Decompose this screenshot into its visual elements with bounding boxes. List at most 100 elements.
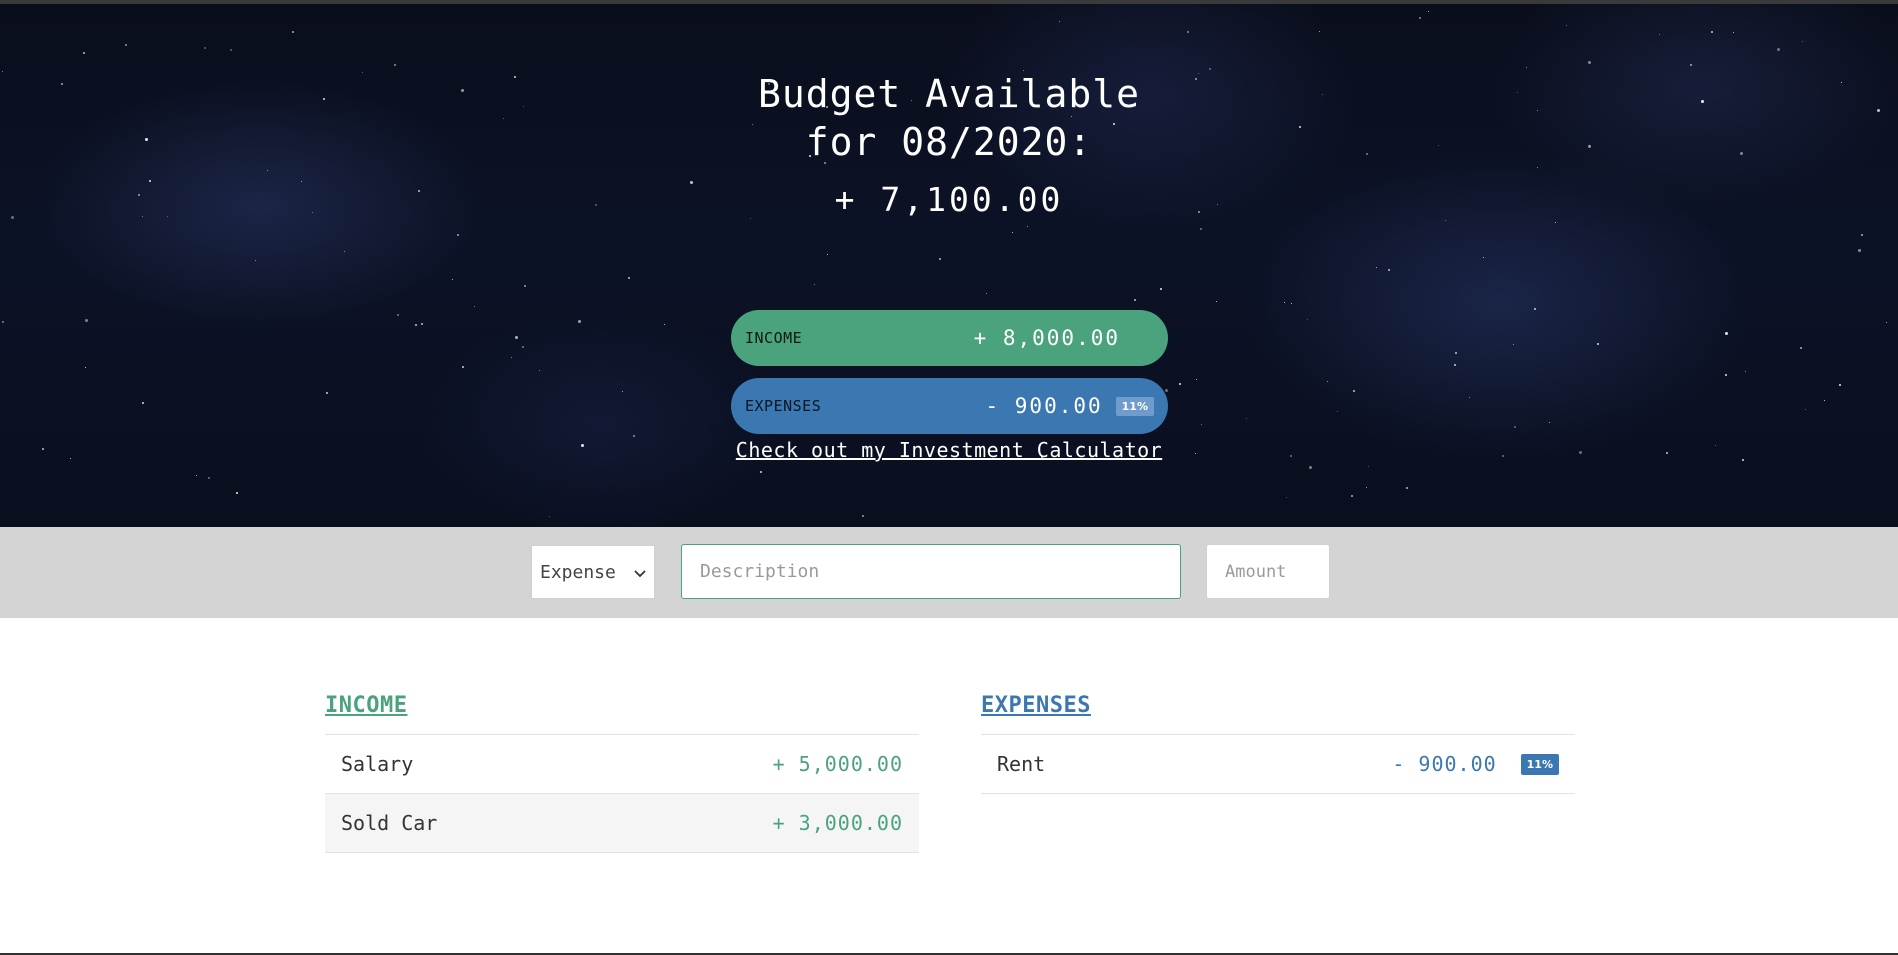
star-dot xyxy=(1597,343,1599,345)
star-dot xyxy=(421,323,423,325)
income-item-description: Salary xyxy=(341,752,414,776)
income-list: INCOME Salary + 5,000.00 Sold Car + 3,00… xyxy=(325,693,919,853)
income-item-value: + 3,000.00 xyxy=(772,811,903,835)
star-dot xyxy=(664,324,665,325)
star-dot xyxy=(1428,11,1429,12)
star-dot xyxy=(939,258,941,260)
star-dot xyxy=(1824,400,1825,401)
star-dot xyxy=(1454,364,1456,366)
budget-title-line2: for 08/2020: xyxy=(805,120,1093,164)
star-dot xyxy=(633,435,635,437)
expenses-summary-label: EXPENSES xyxy=(745,397,822,415)
star-dot xyxy=(1366,487,1367,488)
star-dot xyxy=(344,251,345,252)
star-dot xyxy=(1800,347,1802,349)
star-dot xyxy=(515,336,518,339)
star-dot xyxy=(1187,31,1189,33)
star-dot xyxy=(1165,389,1168,392)
star-dot xyxy=(1376,267,1377,268)
star-dot xyxy=(1455,352,1457,354)
income-item-description: Sold Car xyxy=(341,811,438,835)
income-summary: INCOME + 8,000.00 xyxy=(731,310,1168,366)
income-item[interactable]: Sold Car + 3,000.00 xyxy=(325,794,919,853)
income-summary-label: INCOME xyxy=(745,329,803,347)
star-dot xyxy=(1555,222,1556,223)
star-dot xyxy=(1388,269,1390,271)
star-dot xyxy=(255,260,256,261)
star-dot xyxy=(1725,374,1727,376)
star-dot xyxy=(2,321,4,323)
star-dot xyxy=(549,516,550,517)
star-dot xyxy=(236,492,238,494)
expenses-list: EXPENSES Rent - 900.00 11% xyxy=(981,693,1575,794)
income-summary-value: + 8,000.00 xyxy=(973,326,1120,350)
type-select-value: Expense xyxy=(540,561,616,583)
star-dot xyxy=(83,52,85,54)
star-dot xyxy=(1201,424,1202,425)
star-dot xyxy=(1526,67,1527,68)
star-dot xyxy=(1419,17,1421,19)
star-dot xyxy=(1351,495,1353,497)
star-dot xyxy=(1027,226,1028,227)
star-dot xyxy=(1513,344,1514,345)
budget-available-value: + 7,100.00 xyxy=(834,180,1064,219)
amount-input[interactable] xyxy=(1206,544,1330,599)
star-dot xyxy=(204,47,206,49)
budget-hero: Budget Available for 08/2020: + 7,100.00… xyxy=(0,4,1898,527)
star-dot xyxy=(1886,322,1887,323)
star-dot xyxy=(230,49,232,51)
star-dot xyxy=(1725,332,1728,335)
star-dot xyxy=(208,477,210,479)
star-dot xyxy=(1711,31,1713,33)
star-dot xyxy=(539,370,540,371)
star-dot xyxy=(1246,418,1247,419)
star-dot xyxy=(1406,487,1408,489)
star-dot xyxy=(1805,409,1806,410)
star-dot xyxy=(522,346,524,348)
budget-title-line1: Budget Available xyxy=(757,72,1141,116)
star-dot xyxy=(1012,232,1013,233)
star-dot xyxy=(814,284,815,285)
star-dot xyxy=(415,324,417,326)
star-dot xyxy=(1469,397,1470,398)
income-item[interactable]: Salary + 5,000.00 xyxy=(325,735,919,794)
star-dot xyxy=(1337,411,1338,412)
star-dot xyxy=(578,320,581,323)
star-dot xyxy=(1549,422,1550,423)
star-dot xyxy=(1319,31,1320,32)
star-dot xyxy=(1745,371,1746,372)
star-dot xyxy=(1327,381,1328,382)
star-dot xyxy=(457,234,459,236)
star-dot xyxy=(1284,302,1285,303)
star-dot xyxy=(267,170,268,171)
star-dot xyxy=(1134,299,1136,301)
add-item-bar: Expense xyxy=(0,527,1898,618)
chevron-down-icon xyxy=(634,562,646,583)
star-dot xyxy=(1483,257,1484,258)
type-select[interactable]: Expense xyxy=(531,545,655,599)
expense-item-value: - 900.00 xyxy=(1392,752,1497,776)
budget-title: Budget Available for 08/2020: xyxy=(0,70,1898,166)
star-dot xyxy=(1368,466,1369,467)
star-dot xyxy=(1200,228,1202,230)
income-list-title: INCOME xyxy=(325,693,408,718)
star-dot xyxy=(1514,426,1516,428)
star-dot xyxy=(394,64,396,66)
star-dot xyxy=(760,471,762,473)
star-dot xyxy=(125,44,127,46)
star-dot xyxy=(292,31,294,33)
star-dot xyxy=(1566,25,1567,26)
star-dot xyxy=(524,285,526,287)
investment-calculator-link[interactable]: Check out my Investment Calculator xyxy=(0,438,1898,462)
star-dot xyxy=(1861,234,1863,236)
description-input[interactable] xyxy=(681,544,1181,599)
star-dot xyxy=(1534,308,1536,310)
star-dot xyxy=(1777,48,1780,51)
expense-item[interactable]: Rent - 900.00 11% xyxy=(981,735,1575,794)
star-dot xyxy=(1196,379,1197,380)
star-dot xyxy=(1445,220,1446,221)
star-dot xyxy=(462,366,464,368)
expenses-list-title: EXPENSES xyxy=(981,693,1091,718)
star-dot xyxy=(1291,303,1292,304)
star-dot xyxy=(1160,288,1162,290)
